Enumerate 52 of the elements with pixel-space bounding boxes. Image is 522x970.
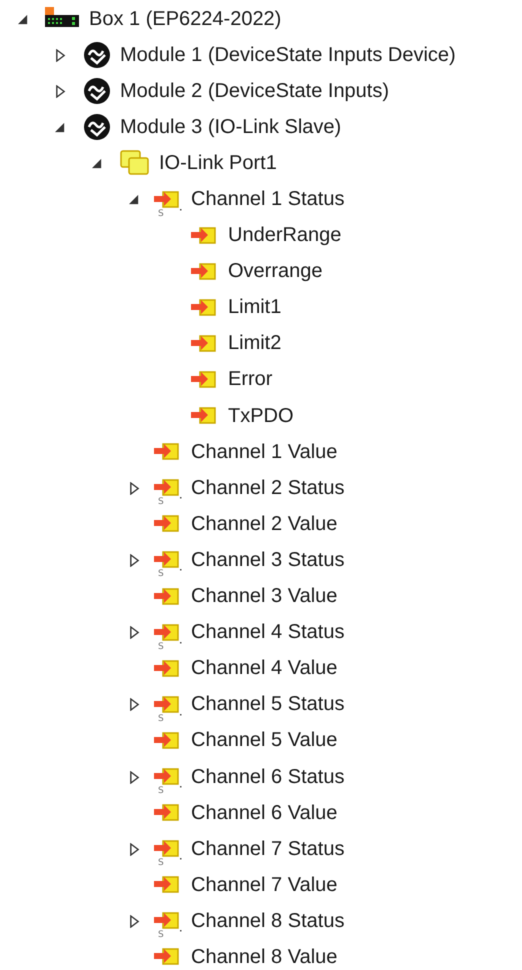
folder-stack-icon <box>120 150 150 176</box>
input-arrow-icon <box>189 260 217 283</box>
tree-item[interactable]: Limit1 <box>228 296 282 320</box>
wave-circle-icon <box>83 41 111 70</box>
expand-arrow-icon[interactable] <box>54 48 66 62</box>
tree-item[interactable]: Channel 8 Status <box>191 910 344 933</box>
tree-item[interactable]: Channel 3 Status <box>191 548 344 572</box>
wave-circle-icon <box>83 113 111 142</box>
tree-item[interactable]: Limit2 <box>228 332 282 356</box>
tree-item[interactable]: Channel 2 Value <box>191 512 338 536</box>
tree-item[interactable]: Channel 8 Value <box>191 946 338 969</box>
input-arrow-icon <box>152 658 180 680</box>
tree-item[interactable]: Channel 2 Status <box>191 476 344 500</box>
tree-item[interactable]: Channel 3 Value <box>191 585 338 608</box>
tree-item[interactable]: Module 1 (DeviceState Inputs Device) <box>120 44 456 67</box>
expand-arrow-icon[interactable] <box>128 842 140 856</box>
expand-arrow-icon[interactable] <box>128 554 140 567</box>
tree-item[interactable]: Channel 4 Value <box>191 657 338 680</box>
expand-arrow-icon[interactable] <box>128 770 140 784</box>
tree-item[interactable]: Module 2 (DeviceState Inputs) <box>120 80 390 103</box>
tree-item[interactable]: Overrange <box>228 260 322 284</box>
collapse-arrow-icon[interactable] <box>54 120 66 134</box>
collapse-arrow-icon[interactable] <box>18 12 28 26</box>
input-arrow-icon <box>189 332 217 355</box>
collapse-arrow-icon[interactable] <box>92 156 102 170</box>
tree-item[interactable]: UnderRange <box>228 224 342 248</box>
tree-item[interactable]: Channel 7 Status <box>191 838 344 861</box>
tree-item[interactable]: Channel 1 Value <box>191 440 338 464</box>
tree-item[interactable]: Channel 1 Status <box>191 188 344 212</box>
tree-item[interactable]: Channel 6 Status <box>191 766 344 789</box>
input-arrow-icon <box>189 296 217 319</box>
tree-item[interactable]: IO-Link Port1 <box>159 152 277 175</box>
tree-item[interactable]: TxPDO <box>228 404 294 428</box>
tree-item[interactable]: Channel 5 Status <box>191 693 344 716</box>
collapse-arrow-icon[interactable] <box>128 193 140 206</box>
input-arrow-icon <box>189 368 217 391</box>
tree-item[interactable]: Channel 4 Status <box>191 621 344 644</box>
tree-item[interactable]: Error <box>228 368 272 392</box>
tree-item[interactable]: Channel 7 Value <box>191 874 338 897</box>
expand-arrow-icon[interactable] <box>128 914 140 928</box>
wave-circle-icon <box>83 77 111 106</box>
input-arrow-icon <box>152 586 180 608</box>
expand-arrow-icon[interactable] <box>54 84 66 98</box>
tree-item[interactable]: Module 3 (IO-Link Slave) <box>120 116 342 139</box>
tree-item[interactable]: Box 1 (EP6224-2022) <box>89 8 282 31</box>
tree-item[interactable]: Channel 5 Value <box>191 729 338 752</box>
expand-arrow-icon[interactable] <box>128 482 140 495</box>
tree-item[interactable]: Channel 6 Value <box>191 802 338 825</box>
input-arrow-icon <box>152 730 180 752</box>
expand-arrow-icon[interactable] <box>128 698 140 712</box>
input-arrow-icon <box>189 224 217 247</box>
expand-arrow-icon[interactable] <box>128 626 140 640</box>
